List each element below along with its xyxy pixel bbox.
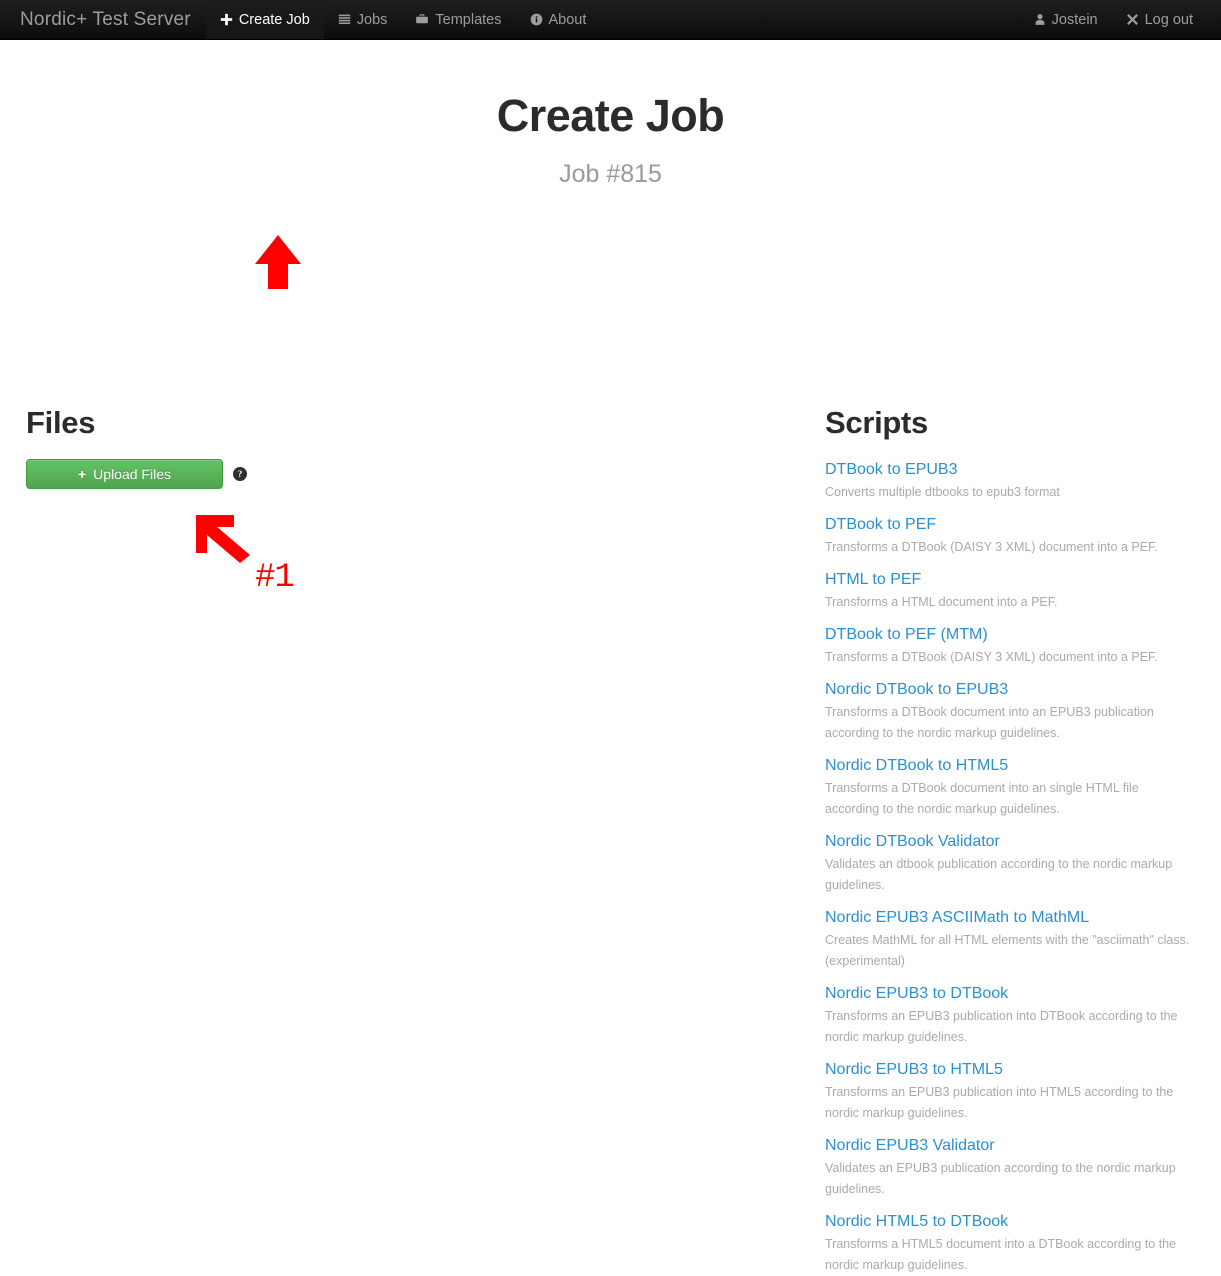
script-item: DTBook to PEF (MTM) Transforms a DTBook (…	[825, 624, 1197, 668]
scripts-list: DTBook to EPUB3 Converts multiple dtbooks…	[825, 459, 1197, 1276]
script-description: Transforms a DTBook document into an EPU…	[825, 705, 1154, 741]
nav-item-create-job-label: Create Job	[238, 11, 310, 28]
script-item: Nordic DTBook to EPUB3 Transforms a DTBoo…	[825, 679, 1197, 744]
script-item: Nordic EPUB3 ASCIIMath to MathML Creates …	[825, 907, 1197, 972]
script-description: Transforms a HTML5 document into a DTBoo…	[825, 1237, 1177, 1273]
page-title: Create Job	[496, 90, 725, 141]
nav-item-templates[interactable]: Templates	[401, 0, 515, 39]
script-description: Validates an EPUB3 publication according…	[825, 1161, 1176, 1197]
script-description: Transforms a HTML document into a PEF.	[825, 595, 1058, 610]
nav-item-create-job[interactable]: Create Job	[205, 0, 324, 39]
script-link[interactable]: Nordic DTBook to EPUB3	[825, 679, 1197, 701]
script-description: Creates MathML for all HTML elements wit…	[825, 933, 1190, 969]
script-description: Transforms a DTBook (DAISY 3 XML) docume…	[825, 650, 1158, 665]
script-description: Converts multiple dtbooks to epub3 forma…	[825, 485, 1060, 500]
script-item: HTML to PEF Transforms a HTML document in…	[825, 569, 1197, 613]
page-header: Create Job Job #815	[0, 93, 1221, 189]
nav-item-about-label: About	[548, 11, 587, 28]
nav-item-templates-label: Templates	[435, 11, 502, 28]
navbar-brand[interactable]: Nordic+ Test Server	[0, 0, 206, 39]
briefcase-icon	[415, 13, 429, 26]
script-item: Nordic DTBook to HTML5 Transforms a DTBoo…	[825, 755, 1197, 820]
list-icon	[338, 13, 351, 26]
nav-item-jobs-label: Jobs	[356, 11, 388, 28]
plus-icon: +	[77, 466, 87, 483]
upload-files-button[interactable]: + Upload Files	[26, 459, 223, 490]
info-circle-icon	[530, 13, 543, 26]
script-link[interactable]: Nordic DTBook Validator	[825, 831, 1197, 853]
script-item: Nordic DTBook Validator Validates an dtbo…	[825, 831, 1197, 896]
user-icon	[1034, 13, 1046, 26]
script-link[interactable]: Nordic EPUB3 to DTBook	[825, 983, 1197, 1005]
nav-item-jobs[interactable]: Jobs	[324, 0, 402, 39]
script-link[interactable]: Nordic HTML5 to DTBook	[825, 1211, 1197, 1233]
annotation-arrow-navbar	[248, 233, 308, 296]
script-link[interactable]: DTBook to PEF (MTM)	[825, 624, 1197, 646]
script-link[interactable]: Nordic EPUB3 ASCIIMath to MathML	[825, 907, 1197, 929]
nav-item-logout-label: Log out	[1144, 11, 1193, 28]
script-item: Nordic HTML5 to DTBook Transforms a HTML5…	[825, 1211, 1197, 1276]
nav-item-logout[interactable]: Log out	[1112, 0, 1207, 39]
page-subtitle: Job #815	[559, 160, 662, 188]
script-item: Nordic EPUB3 Validator Validates an EPUB3…	[825, 1135, 1197, 1200]
script-description: Transforms an EPUB3 publication into HTM…	[825, 1085, 1174, 1121]
close-x-icon	[1126, 13, 1139, 26]
upload-files-label: Upload Files	[93, 466, 171, 483]
scripts-heading: Scripts	[825, 405, 928, 440]
scripts-section: Scripts DTBook to EPUB3 Converts multiple…	[825, 405, 1197, 1276]
help-icon[interactable]: ?	[233, 467, 247, 482]
annotation-step-label: #1	[255, 559, 295, 597]
script-item: Nordic EPUB3 to DTBook Transforms an EPUB…	[825, 983, 1197, 1048]
script-link[interactable]: Nordic EPUB3 Validator	[825, 1135, 1197, 1157]
files-section: Files + Upload Files ?	[26, 405, 526, 490]
script-link[interactable]: HTML to PEF	[825, 569, 1197, 591]
files-heading: Files	[26, 405, 96, 440]
upload-row: + Upload Files ?	[26, 459, 526, 490]
script-link[interactable]: Nordic EPUB3 to HTML5	[825, 1059, 1197, 1081]
script-description: Transforms an EPUB3 publication into DTB…	[825, 1009, 1178, 1045]
top-navbar: Nordic+ Test Server Create Job Jobs Temp…	[0, 0, 1221, 40]
navbar-right-group: Jostein Log out	[1020, 0, 1221, 39]
nav-item-user[interactable]: Jostein	[1020, 0, 1112, 39]
navbar-left-group: Nordic+ Test Server Create Job Jobs Temp…	[0, 0, 600, 39]
script-description: Validates an dtbook publication accordin…	[825, 857, 1173, 893]
script-item: DTBook to EPUB3 Converts multiple dtbooks…	[825, 459, 1197, 503]
script-link[interactable]: DTBook to EPUB3	[825, 459, 1197, 481]
script-item: DTBook to PEF Transforms a DTBook (DAISY …	[825, 514, 1197, 558]
plus-icon	[220, 13, 233, 26]
script-description: Transforms a DTBook (DAISY 3 XML) docume…	[825, 540, 1158, 555]
nav-item-about[interactable]: About	[516, 0, 601, 39]
script-link[interactable]: Nordic DTBook to HTML5	[825, 755, 1197, 777]
annotation-arrow-upload	[192, 511, 254, 568]
script-item: Nordic EPUB3 to HTML5 Transforms an EPUB3…	[825, 1059, 1197, 1124]
script-description: Transforms a DTBook document into an sin…	[825, 781, 1139, 817]
nav-item-user-label: Jostein	[1051, 11, 1098, 28]
script-link[interactable]: DTBook to PEF	[825, 514, 1197, 536]
